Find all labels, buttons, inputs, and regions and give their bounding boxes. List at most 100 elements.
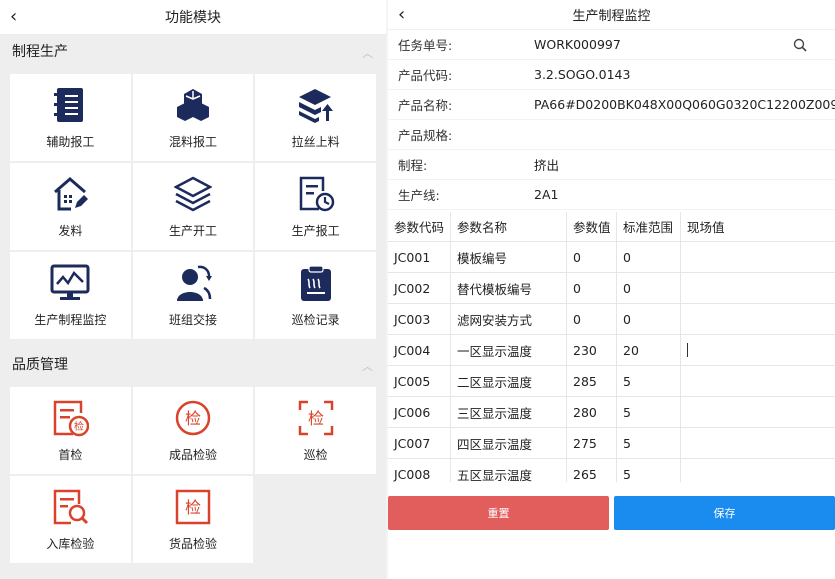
column-header: 标准范围 xyxy=(617,212,681,242)
cubes-icon xyxy=(173,85,213,125)
tile-label: 成品检验 xyxy=(168,448,217,462)
cell-code: JC008 xyxy=(388,458,451,482)
tile-process-monitor[interactable]: 生产制程监控 xyxy=(10,252,131,339)
field-value-input[interactable] xyxy=(681,366,835,397)
tile-inspection-record[interactable]: 巡检记录 xyxy=(255,252,376,339)
cell-value: 0 xyxy=(567,272,617,304)
svg-text:检: 检 xyxy=(308,409,324,428)
left-header: ‹ 功能模块 xyxy=(0,0,386,34)
back-icon[interactable]: ‹ xyxy=(398,5,416,25)
cell-name: 一区显示温度 xyxy=(451,334,567,366)
home-edit-icon xyxy=(50,174,90,214)
monitor-chart-icon xyxy=(50,263,90,303)
field-value-input[interactable] xyxy=(681,428,835,459)
tile-auxiliary-report[interactable]: 辅助报工 xyxy=(10,74,131,161)
field-value-input[interactable] xyxy=(681,304,835,335)
field-value-input[interactable] xyxy=(681,242,835,273)
field-value-input[interactable] xyxy=(681,273,835,304)
search-icon[interactable] xyxy=(793,38,807,52)
tile-label: 拉丝上料 xyxy=(291,135,340,149)
section-header-production[interactable]: 制程生产 ︿ xyxy=(0,34,386,68)
cell-range: 20 xyxy=(617,334,681,366)
tile-label: 入库检验 xyxy=(46,537,95,551)
tile-label: 生产开工 xyxy=(168,224,217,238)
tile-shift-handover[interactable]: 班组交接 xyxy=(132,252,254,339)
tile-label: 辅助报工 xyxy=(46,135,95,149)
doc-inspect-icon: 检 xyxy=(50,398,90,438)
button-bar: 重置 保存 xyxy=(388,496,835,530)
info-product-spec: 产品规格: xyxy=(388,120,835,150)
document-clock-icon xyxy=(296,174,336,214)
cell-range: 0 xyxy=(617,241,681,273)
table-row: JC007 四区显示温度 275 5 xyxy=(388,427,835,459)
info-label: 制程: xyxy=(398,158,428,173)
cell-value: 265 xyxy=(567,458,617,482)
info-task-number[interactable]: 任务单号: WORK000997 xyxy=(388,30,835,60)
save-button[interactable]: 保存 xyxy=(614,496,835,530)
cell-code: JC002 xyxy=(388,272,451,304)
cell-name: 三区显示温度 xyxy=(451,396,567,428)
chevron-up-icon[interactable]: ︿ xyxy=(362,45,374,60)
field-value-input[interactable] xyxy=(681,335,835,366)
back-icon[interactable]: ‹ xyxy=(10,7,28,27)
tile-label: 发料 xyxy=(58,224,83,238)
reset-button[interactable]: 重置 xyxy=(388,496,609,530)
tile-material-issue[interactable]: 发料 xyxy=(10,163,131,250)
tile-inbound-inspection[interactable]: 入库检验 xyxy=(10,476,131,563)
tile-label: 巡检 xyxy=(303,448,328,462)
chevron-up-icon[interactable]: ︿ xyxy=(362,358,374,373)
info-value: 挤出 xyxy=(534,158,560,173)
user-exchange-icon xyxy=(173,263,213,303)
section-header-quality[interactable]: 品质管理 ︿ xyxy=(0,347,386,381)
cell-range: 5 xyxy=(617,427,681,459)
info-value: 2A1 xyxy=(534,187,559,202)
tile-wire-feeding[interactable]: 拉丝上料 xyxy=(255,74,376,161)
cell-name: 模板编号 xyxy=(451,241,567,273)
table-header: 参数代码 参数名称 参数值 标准范围 现场值 xyxy=(388,212,835,242)
tile-patrol-inspection[interactable]: 检 巡检 xyxy=(255,387,376,474)
stack-icon xyxy=(173,174,213,214)
tile-label: 首检 xyxy=(58,448,83,462)
parameter-table: 参数代码 参数名称 参数值 标准范围 现场值 JC001 模板编号 0 0 JC… xyxy=(388,212,835,482)
tile-label: 生产报工 xyxy=(291,224,340,238)
tile-goods-inspection[interactable]: 检 货品检验 xyxy=(132,476,254,563)
cell-code: JC006 xyxy=(388,396,451,428)
circle-inspect-icon: 检 xyxy=(173,398,213,438)
cell-name: 二区显示温度 xyxy=(451,365,567,397)
tile-finished-inspection[interactable]: 检 成品检验 xyxy=(132,387,254,474)
cell-code: JC005 xyxy=(388,365,451,397)
column-header: 参数代码 xyxy=(388,212,451,242)
tile-production-report[interactable]: 生产报工 xyxy=(255,163,376,250)
info-production-line: 生产线: 2A1 xyxy=(388,180,835,210)
bottom-strip xyxy=(0,572,386,579)
cell-range: 5 xyxy=(617,365,681,397)
tile-label: 货品检验 xyxy=(168,537,217,551)
tile-production-start[interactable]: 生产开工 xyxy=(132,163,254,250)
field-value-input[interactable] xyxy=(681,459,835,483)
info-process: 制程: 挤出 xyxy=(388,150,835,180)
layers-upload-icon xyxy=(296,85,336,125)
table-row: JC006 三区显示温度 280 5 xyxy=(388,396,835,428)
tile-first-inspection[interactable]: 检 首检 xyxy=(10,387,131,474)
task-number-field[interactable]: WORK000997 xyxy=(534,37,835,52)
right-header: ‹ 生产制程监控 xyxy=(388,0,835,30)
tile-label: 混料报工 xyxy=(168,135,217,149)
cell-name: 四区显示温度 xyxy=(451,427,567,459)
cell-range: 5 xyxy=(617,396,681,428)
doc-search-icon xyxy=(50,487,90,527)
cell-range: 0 xyxy=(617,272,681,304)
cell-name: 替代模板编号 xyxy=(451,272,567,304)
section-title: 品质管理 xyxy=(12,357,68,373)
notebook-icon xyxy=(50,85,90,125)
info-label: 产品规格: xyxy=(398,128,453,143)
tile-mixing-report[interactable]: 混料报工 xyxy=(132,74,254,161)
svg-text:检: 检 xyxy=(185,409,201,428)
table-row: JC008 五区显示温度 265 5 xyxy=(388,458,835,483)
column-header: 参数值 xyxy=(567,212,617,242)
column-header: 现场值 xyxy=(687,220,725,235)
column-header: 参数名称 xyxy=(451,212,567,242)
field-value-input[interactable] xyxy=(681,397,835,428)
text-cursor xyxy=(687,343,688,357)
table-row: JC004 一区显示温度 230 20 xyxy=(388,334,835,366)
tile-label: 班组交接 xyxy=(168,313,217,327)
